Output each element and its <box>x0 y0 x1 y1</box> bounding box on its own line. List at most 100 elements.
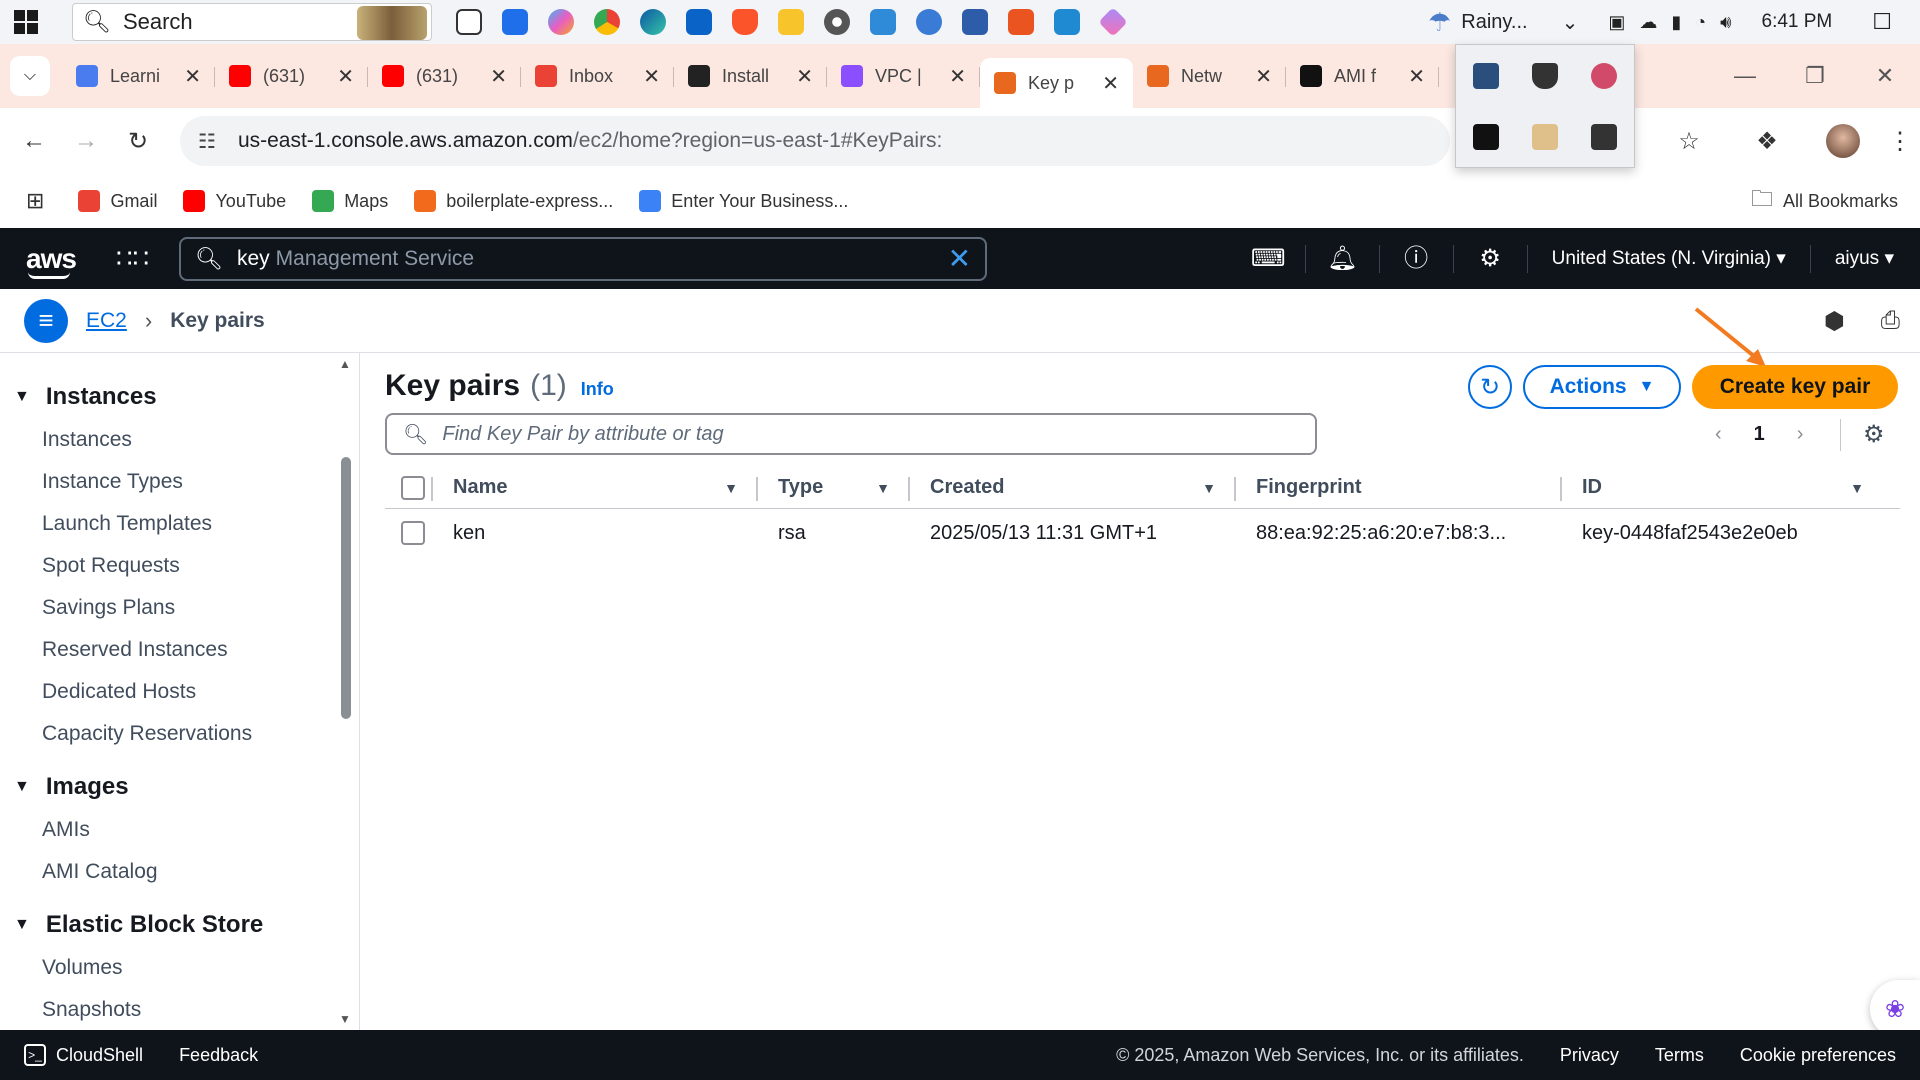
caret-down-icon[interactable]: ▼ <box>14 778 30 796</box>
extensions-icon[interactable]: ❖ <box>1728 127 1806 156</box>
wifi-icon[interactable]: ◔ <box>1695 12 1706 33</box>
current-page[interactable]: 1 <box>1754 423 1765 446</box>
bookmark-item[interactable]: Gmail <box>78 190 157 212</box>
side-nav-item[interactable]: Instances <box>0 419 359 461</box>
security-shield-icon[interactable] <box>1531 62 1558 89</box>
settings-icon[interactable] <box>814 4 860 40</box>
feedback-link[interactable]: Feedback <box>179 1045 258 1066</box>
side-nav-item[interactable]: Launch Templates <box>0 503 359 545</box>
caret-down-icon[interactable]: ▼ <box>14 388 30 406</box>
profile-avatar[interactable] <box>1826 124 1860 158</box>
bookmark-item[interactable]: Enter Your Business... <box>639 190 848 212</box>
row-checkbox[interactable] <box>401 521 425 545</box>
cookie-preferences-link[interactable]: Cookie preferences <box>1740 1045 1896 1066</box>
side-nav-item[interactable]: Dedicated Hosts <box>0 671 359 713</box>
column-header-name[interactable]: Name ▼ <box>431 467 756 508</box>
onedrive-icon[interactable]: ☁ <box>1639 12 1657 33</box>
bookmark-app-icon[interactable] <box>1472 123 1499 150</box>
vscode-icon[interactable] <box>1044 4 1090 40</box>
column-header-type[interactable]: Type ▼ <box>756 467 908 508</box>
taskbar-search[interactable]: 🔍︎ Search <box>72 3 432 41</box>
scrollbar-thumb[interactable] <box>341 457 351 719</box>
select-all-checkbox[interactable] <box>401 475 425 500</box>
info-link[interactable]: Info <box>581 379 614 400</box>
column-header-id[interactable]: ID ▼ <box>1560 467 1882 508</box>
side-nav-item[interactable]: Capacity Reservations <box>0 713 359 755</box>
browser-tab[interactable]: Install ✕ <box>674 53 827 99</box>
next-page-icon[interactable]: › <box>1797 423 1804 446</box>
account-menu[interactable]: aiyus ▾ <box>1811 247 1920 270</box>
minimize-icon[interactable]: — <box>1710 63 1780 89</box>
breadcrumb-ec2-link[interactable]: EC2 <box>86 309 127 333</box>
side-nav-item[interactable]: Instance Types <box>0 461 359 503</box>
bookmark-item[interactable]: Maps <box>312 190 388 212</box>
caret-down-icon[interactable]: ▼ <box>14 916 30 934</box>
tab-close-icon[interactable]: ✕ <box>949 64 966 89</box>
word-icon[interactable] <box>1531 123 1558 150</box>
ubuntu-icon[interactable] <box>998 4 1044 40</box>
help-icon[interactable]: ⓘ <box>1380 244 1454 273</box>
battery-icon[interactable]: ▮ <box>1671 12 1681 33</box>
powershell-icon[interactable] <box>952 4 998 40</box>
scroll-down-icon[interactable]: ▼ <box>339 1012 351 1026</box>
notifications-bell-icon[interactable]: 🔔︎ <box>1306 244 1380 273</box>
display-icon[interactable] <box>1472 62 1499 89</box>
forward-icon[interactable]: → <box>60 127 112 155</box>
privacy-link[interactable]: Privacy <box>1560 1045 1619 1066</box>
aws-search-input[interactable]: 🔍︎ key Management Service ✕ <box>179 236 988 281</box>
sort-down-icon[interactable]: ▼ <box>1850 480 1864 496</box>
previous-page-icon[interactable]: ‹ <box>1715 423 1722 446</box>
side-nav-item[interactable]: Reserved Instances <box>0 629 359 671</box>
store-icon[interactable] <box>492 4 538 40</box>
side-nav-item[interactable]: AMIs <box>0 809 359 851</box>
scroll-up-icon[interactable]: ▲ <box>339 357 351 371</box>
bookmark-item[interactable]: boilerplate-express... <box>414 190 613 212</box>
tab-close-icon[interactable]: ✕ <box>1408 64 1425 89</box>
browser-tab[interactable]: VPC | ✕ <box>827 53 980 99</box>
device-icon[interactable]: ▣ <box>1608 12 1625 33</box>
restore-icon[interactable]: ❐ <box>1780 63 1850 89</box>
outlook-icon[interactable] <box>676 4 722 40</box>
browser-tab[interactable]: AMI f ✕ <box>1286 53 1439 99</box>
services-grid-icon[interactable]: ∷∷ <box>116 243 149 274</box>
clear-search-icon[interactable]: ✕ <box>948 242 971 275</box>
bookmark-star-icon[interactable]: ☆ <box>1650 127 1728 156</box>
browser-tab[interactable]: Netw ✕ <box>1133 53 1286 99</box>
tab-close-icon[interactable]: ✕ <box>796 64 813 89</box>
table-row[interactable]: ken rsa 2025/05/13 11:31 GMT+1 88:ea:92:… <box>385 509 1900 557</box>
column-header-created[interactable]: Created ▼ <box>908 467 1234 508</box>
side-nav-section[interactable]: ▼ Elastic Block Store <box>0 903 359 947</box>
actions-dropdown-button[interactable]: Actions ▼ <box>1523 365 1681 409</box>
back-icon[interactable]: ← <box>8 127 60 155</box>
side-nav-item[interactable]: Volumes <box>0 947 359 989</box>
all-bookmarks[interactable]: 🗀︎ All Bookmarks <box>1751 174 1898 228</box>
settings-gear-icon[interactable]: ⚙ <box>1454 244 1528 273</box>
apps-grid-icon[interactable]: ⊞ <box>26 188 44 214</box>
more-menu-icon[interactable]: ⋮ <box>1880 127 1920 156</box>
browser-tab[interactable]: Key p ✕ <box>980 58 1133 108</box>
side-nav-section[interactable]: ▼ Instances <box>0 375 359 419</box>
side-nav-scrollbar[interactable]: ▲ ▼ <box>339 353 353 1030</box>
app-icon[interactable] <box>906 4 952 40</box>
sort-down-icon[interactable]: ▼ <box>876 480 890 496</box>
weather-widget[interactable]: ☂ Rainy... ⌄ <box>1428 7 1578 38</box>
clock[interactable]: 6:41 PM <box>1762 11 1833 33</box>
cloudshell-icon[interactable]: ⌨ <box>1232 244 1306 273</box>
side-nav-item[interactable]: Spot Requests <box>0 545 359 587</box>
create-key-pair-button[interactable]: Create key pair <box>1692 365 1898 409</box>
notification-icon[interactable]: ☐ <box>1872 9 1892 35</box>
sort-down-icon[interactable]: ▼ <box>1202 480 1216 496</box>
browser-tab[interactable]: (631) ✕ <box>215 53 368 99</box>
table-preferences-icon[interactable]: ⚙ <box>1863 413 1885 455</box>
site-settings-icon[interactable]: ☷ <box>198 129 216 154</box>
file-explorer-icon[interactable] <box>768 4 814 40</box>
key-pair-filter-input[interactable]: 🔍︎ Find Key Pair by attribute or tag <box>385 413 1317 455</box>
task-view-icon[interactable] <box>446 4 492 40</box>
cloudshell-link[interactable]: >_ CloudShell <box>24 1044 143 1066</box>
column-header-fingerprint[interactable]: Fingerprint <box>1234 467 1560 508</box>
windows-start-icon[interactable] <box>14 10 38 34</box>
bookmark-item[interactable]: YouTube <box>183 190 286 212</box>
brave-icon[interactable] <box>722 4 768 40</box>
side-nav-item[interactable]: Savings Plans <box>0 587 359 629</box>
tab-close-icon[interactable]: ✕ <box>643 64 660 89</box>
